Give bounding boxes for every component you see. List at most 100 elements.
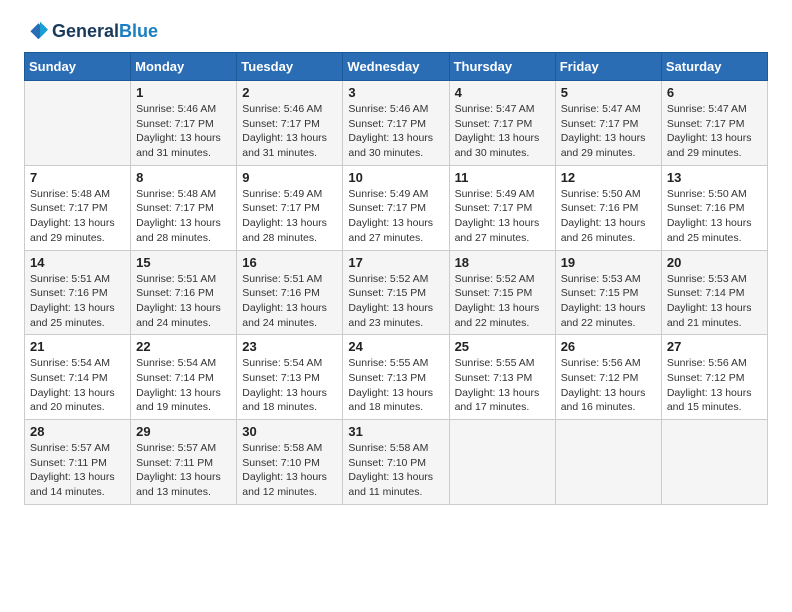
day-info: Sunrise: 5:51 AM Sunset: 7:16 PM Dayligh… bbox=[136, 272, 231, 331]
calendar-body: 1 Sunrise: 5:46 AM Sunset: 7:17 PM Daylig… bbox=[25, 81, 768, 505]
day-info: Sunrise: 5:53 AM Sunset: 7:14 PM Dayligh… bbox=[667, 272, 762, 331]
day-info: Sunrise: 5:49 AM Sunset: 7:17 PM Dayligh… bbox=[348, 187, 443, 246]
day-info: Sunrise: 5:55 AM Sunset: 7:13 PM Dayligh… bbox=[455, 356, 550, 415]
calendar-cell: 2 Sunrise: 5:46 AM Sunset: 7:17 PM Daylig… bbox=[237, 81, 343, 166]
calendar-cell: 23 Sunrise: 5:54 AM Sunset: 7:13 PM Dayli… bbox=[237, 335, 343, 420]
day-info: Sunrise: 5:57 AM Sunset: 7:11 PM Dayligh… bbox=[30, 441, 125, 500]
calendar-cell: 29 Sunrise: 5:57 AM Sunset: 7:11 PM Dayli… bbox=[131, 420, 237, 505]
calendar-cell bbox=[449, 420, 555, 505]
weekday-header: Wednesday bbox=[343, 53, 449, 81]
day-number: 5 bbox=[561, 85, 656, 100]
calendar-header: SundayMondayTuesdayWednesdayThursdayFrid… bbox=[25, 53, 768, 81]
calendar-cell bbox=[661, 420, 767, 505]
day-number: 17 bbox=[348, 255, 443, 270]
day-number: 19 bbox=[561, 255, 656, 270]
day-number: 13 bbox=[667, 170, 762, 185]
day-info: Sunrise: 5:50 AM Sunset: 7:16 PM Dayligh… bbox=[667, 187, 762, 246]
day-info: Sunrise: 5:52 AM Sunset: 7:15 PM Dayligh… bbox=[455, 272, 550, 331]
calendar-week-row: 21Sunrise: 5:54 AM Sunset: 7:14 PM Dayli… bbox=[25, 335, 768, 420]
calendar-cell: 16Sunrise: 5:51 AM Sunset: 7:16 PM Dayli… bbox=[237, 250, 343, 335]
day-number: 2 bbox=[242, 85, 337, 100]
day-info: Sunrise: 5:58 AM Sunset: 7:10 PM Dayligh… bbox=[348, 441, 443, 500]
day-info: Sunrise: 5:52 AM Sunset: 7:15 PM Dayligh… bbox=[348, 272, 443, 331]
day-info: Sunrise: 5:54 AM Sunset: 7:14 PM Dayligh… bbox=[30, 356, 125, 415]
calendar-cell: 4 Sunrise: 5:47 AM Sunset: 7:17 PM Daylig… bbox=[449, 81, 555, 166]
day-info: Sunrise: 5:49 AM Sunset: 7:17 PM Dayligh… bbox=[242, 187, 337, 246]
day-info: Sunrise: 5:47 AM Sunset: 7:17 PM Dayligh… bbox=[455, 102, 550, 161]
weekday-header: Friday bbox=[555, 53, 661, 81]
day-info: Sunrise: 5:51 AM Sunset: 7:16 PM Dayligh… bbox=[30, 272, 125, 331]
day-info: Sunrise: 5:55 AM Sunset: 7:13 PM Dayligh… bbox=[348, 356, 443, 415]
day-number: 20 bbox=[667, 255, 762, 270]
calendar-week-row: 14 Sunrise: 5:51 AM Sunset: 7:16 PM Dayli… bbox=[25, 250, 768, 335]
day-number: 29 bbox=[136, 424, 231, 439]
day-info: Sunrise: 5:54 AM Sunset: 7:13 PM Dayligh… bbox=[242, 356, 337, 415]
calendar-cell: 18 Sunrise: 5:52 AM Sunset: 7:15 PM Dayli… bbox=[449, 250, 555, 335]
day-info: Sunrise: 5:47 AM Sunset: 7:17 PM Dayligh… bbox=[667, 102, 762, 161]
calendar-cell: 1 Sunrise: 5:46 AM Sunset: 7:17 PM Daylig… bbox=[131, 81, 237, 166]
day-number: 16 bbox=[242, 255, 337, 270]
weekday-header: Tuesday bbox=[237, 53, 343, 81]
calendar-cell: 22 Sunrise: 5:54 AM Sunset: 7:14 PM Dayli… bbox=[131, 335, 237, 420]
day-number: 24 bbox=[348, 339, 443, 354]
logo-icon bbox=[24, 20, 48, 44]
day-info: Sunrise: 5:49 AM Sunset: 7:17 PM Dayligh… bbox=[455, 187, 550, 246]
calendar-cell: 12 Sunrise: 5:50 AM Sunset: 7:16 PM Dayli… bbox=[555, 165, 661, 250]
weekday-header: Monday bbox=[131, 53, 237, 81]
day-info: Sunrise: 5:57 AM Sunset: 7:11 PM Dayligh… bbox=[136, 441, 231, 500]
calendar-cell: 30Sunrise: 5:58 AM Sunset: 7:10 PM Dayli… bbox=[237, 420, 343, 505]
calendar-cell: 24 Sunrise: 5:55 AM Sunset: 7:13 PM Dayli… bbox=[343, 335, 449, 420]
day-info: Sunrise: 5:48 AM Sunset: 7:17 PM Dayligh… bbox=[136, 187, 231, 246]
calendar-cell: 20 Sunrise: 5:53 AM Sunset: 7:14 PM Dayli… bbox=[661, 250, 767, 335]
logo-text: GeneralBlue bbox=[52, 22, 158, 42]
day-info: Sunrise: 5:47 AM Sunset: 7:17 PM Dayligh… bbox=[561, 102, 656, 161]
calendar-table: SundayMondayTuesdayWednesdayThursdayFrid… bbox=[24, 52, 768, 505]
weekday-header: Saturday bbox=[661, 53, 767, 81]
day-number: 31 bbox=[348, 424, 443, 439]
day-info: Sunrise: 5:46 AM Sunset: 7:17 PM Dayligh… bbox=[242, 102, 337, 161]
calendar-week-row: 7 Sunrise: 5:48 AM Sunset: 7:17 PM Daylig… bbox=[25, 165, 768, 250]
calendar-cell: 7 Sunrise: 5:48 AM Sunset: 7:17 PM Daylig… bbox=[25, 165, 131, 250]
calendar-cell: 11 Sunrise: 5:49 AM Sunset: 7:17 PM Dayli… bbox=[449, 165, 555, 250]
day-number: 11 bbox=[455, 170, 550, 185]
day-info: Sunrise: 5:54 AM Sunset: 7:14 PM Dayligh… bbox=[136, 356, 231, 415]
calendar-cell: 25Sunrise: 5:55 AM Sunset: 7:13 PM Dayli… bbox=[449, 335, 555, 420]
calendar-cell: 21Sunrise: 5:54 AM Sunset: 7:14 PM Dayli… bbox=[25, 335, 131, 420]
day-number: 30 bbox=[242, 424, 337, 439]
calendar-cell: 28Sunrise: 5:57 AM Sunset: 7:11 PM Dayli… bbox=[25, 420, 131, 505]
day-number: 18 bbox=[455, 255, 550, 270]
day-number: 8 bbox=[136, 170, 231, 185]
day-number: 15 bbox=[136, 255, 231, 270]
calendar-cell: 8 Sunrise: 5:48 AM Sunset: 7:17 PM Daylig… bbox=[131, 165, 237, 250]
calendar-cell bbox=[25, 81, 131, 166]
header: GeneralBlue bbox=[24, 20, 768, 44]
calendar-cell: 14 Sunrise: 5:51 AM Sunset: 7:16 PM Dayli… bbox=[25, 250, 131, 335]
calendar-cell bbox=[555, 420, 661, 505]
day-info: Sunrise: 5:46 AM Sunset: 7:17 PM Dayligh… bbox=[348, 102, 443, 161]
day-number: 3 bbox=[348, 85, 443, 100]
calendar-cell: 13 Sunrise: 5:50 AM Sunset: 7:16 PM Dayli… bbox=[661, 165, 767, 250]
calendar-cell: 19 Sunrise: 5:53 AM Sunset: 7:15 PM Dayli… bbox=[555, 250, 661, 335]
day-info: Sunrise: 5:46 AM Sunset: 7:17 PM Dayligh… bbox=[136, 102, 231, 161]
calendar-week-row: 28Sunrise: 5:57 AM Sunset: 7:11 PM Dayli… bbox=[25, 420, 768, 505]
calendar-cell: 10Sunrise: 5:49 AM Sunset: 7:17 PM Dayli… bbox=[343, 165, 449, 250]
calendar-cell: 17 Sunrise: 5:52 AM Sunset: 7:15 PM Dayli… bbox=[343, 250, 449, 335]
day-number: 6 bbox=[667, 85, 762, 100]
day-number: 14 bbox=[30, 255, 125, 270]
calendar-cell: 26Sunrise: 5:56 AM Sunset: 7:12 PM Dayli… bbox=[555, 335, 661, 420]
day-info: Sunrise: 5:56 AM Sunset: 7:12 PM Dayligh… bbox=[667, 356, 762, 415]
logo: GeneralBlue bbox=[24, 20, 158, 44]
day-info: Sunrise: 5:50 AM Sunset: 7:16 PM Dayligh… bbox=[561, 187, 656, 246]
day-number: 23 bbox=[242, 339, 337, 354]
day-number: 22 bbox=[136, 339, 231, 354]
weekday-header: Sunday bbox=[25, 53, 131, 81]
day-number: 4 bbox=[455, 85, 550, 100]
day-number: 1 bbox=[136, 85, 231, 100]
day-number: 12 bbox=[561, 170, 656, 185]
calendar-cell: 31 Sunrise: 5:58 AM Sunset: 7:10 PM Dayli… bbox=[343, 420, 449, 505]
calendar-cell: 5 Sunrise: 5:47 AM Sunset: 7:17 PM Daylig… bbox=[555, 81, 661, 166]
day-number: 7 bbox=[30, 170, 125, 185]
day-info: Sunrise: 5:53 AM Sunset: 7:15 PM Dayligh… bbox=[561, 272, 656, 331]
calendar-week-row: 1 Sunrise: 5:46 AM Sunset: 7:17 PM Daylig… bbox=[25, 81, 768, 166]
day-info: Sunrise: 5:48 AM Sunset: 7:17 PM Dayligh… bbox=[30, 187, 125, 246]
